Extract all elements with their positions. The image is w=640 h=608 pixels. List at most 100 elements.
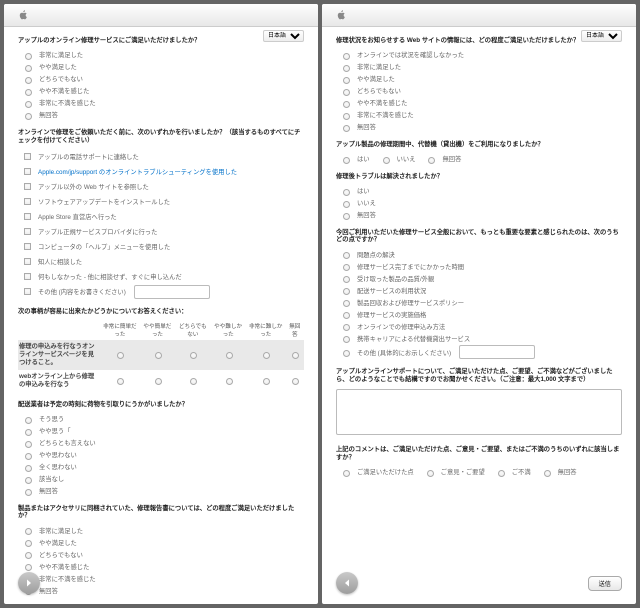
option[interactable]: 受け取った製品の品質/外観 [338, 273, 622, 283]
option[interactable]: 無回答 [539, 467, 577, 477]
checkbox-input[interactable] [24, 243, 31, 250]
radio-input[interactable] [25, 101, 32, 108]
language-select[interactable]: 日本語 [581, 30, 622, 42]
option[interactable]: 無回答 [20, 486, 304, 496]
checkbox-input[interactable] [24, 213, 31, 220]
option[interactable]: 知人に相談した [20, 255, 304, 268]
radio-input[interactable] [343, 157, 350, 164]
radio-input[interactable] [25, 89, 32, 96]
radio-input[interactable] [25, 552, 32, 559]
option[interactable]: 修理サービスの実施価格 [338, 309, 622, 319]
radio-input[interactable] [343, 324, 350, 331]
option[interactable]: 非常に満足した [20, 525, 304, 535]
radio-input[interactable] [25, 113, 32, 120]
matrix-radio[interactable] [292, 352, 299, 359]
checkbox-input[interactable] [24, 273, 31, 280]
other-input[interactable] [459, 345, 535, 359]
option[interactable]: やや満足した [20, 537, 304, 547]
option[interactable]: そう思う [20, 414, 304, 424]
option[interactable]: 修理サービス完了までにかかった時間 [338, 261, 622, 271]
option[interactable]: 携帯キャリアによる代替機貸出サービス [338, 333, 622, 343]
option[interactable]: どちらとも言えない [20, 438, 304, 448]
radio-input[interactable] [343, 276, 350, 283]
option[interactable]: 問題点の解決 [338, 249, 622, 259]
radio-input[interactable] [427, 470, 434, 477]
radio-input[interactable] [25, 417, 32, 424]
radio-input[interactable] [343, 53, 350, 60]
language-selector[interactable]: 日本語 [581, 30, 622, 42]
option[interactable]: やや思わない [20, 450, 304, 460]
option[interactable]: 非常に満足した [20, 50, 304, 60]
radio-input[interactable] [343, 336, 350, 343]
option[interactable]: 非常に不満を感じた [20, 573, 304, 583]
radio-input[interactable] [25, 441, 32, 448]
matrix-radio[interactable] [226, 352, 233, 359]
option[interactable]: ご満足いただけた点 [338, 467, 414, 477]
radio-input[interactable] [25, 540, 32, 547]
radio-input[interactable] [343, 89, 350, 96]
option[interactable]: その他 (内容をお書きください) [20, 285, 304, 299]
radio-input[interactable] [343, 213, 350, 220]
matrix-radio[interactable] [292, 378, 299, 385]
radio-input[interactable] [343, 101, 350, 108]
radio-input[interactable] [25, 65, 32, 72]
radio-input[interactable] [343, 65, 350, 72]
option[interactable]: アップルの電話サポートに連絡した [20, 150, 304, 163]
radio-input[interactable] [343, 300, 350, 307]
radio-input[interactable] [383, 157, 390, 164]
matrix-radio[interactable] [117, 352, 124, 359]
option[interactable]: 無回答 [338, 122, 622, 132]
matrix-radio[interactable] [190, 378, 197, 385]
radio-input[interactable] [343, 288, 350, 295]
option[interactable]: やや不満を感じた [338, 98, 622, 108]
option[interactable]: やや満足した [20, 62, 304, 72]
option[interactable]: オンラインでの修理申込み方法 [338, 321, 622, 331]
prev-page-button[interactable] [336, 572, 358, 594]
radio-input[interactable] [544, 470, 551, 477]
checkbox-input[interactable] [24, 228, 31, 235]
submit-button[interactable]: 送信 [588, 576, 622, 591]
option[interactable]: はい [338, 186, 622, 196]
radio-input[interactable] [25, 77, 32, 84]
radio-input[interactable] [343, 470, 350, 477]
option[interactable]: ソフトウェアアップデートをインストールした [20, 195, 304, 208]
checkbox-input[interactable] [24, 183, 31, 190]
option[interactable]: はい [338, 154, 370, 164]
radio-input[interactable] [428, 157, 435, 164]
next-page-button[interactable] [18, 572, 40, 594]
option[interactable]: どちらでもない [20, 549, 304, 559]
checkbox-input[interactable] [24, 198, 31, 205]
radio-input[interactable] [343, 189, 350, 196]
language-selector[interactable]: 日本語 [263, 30, 304, 42]
option[interactable]: 非常に不満を感じた [338, 110, 622, 120]
option[interactable]: やや思う「 [20, 426, 304, 436]
language-select[interactable]: 日本語 [263, 30, 304, 42]
option[interactable]: 全く思わない [20, 462, 304, 472]
radio-input[interactable] [25, 528, 32, 535]
option[interactable]: 非常に不満を感じた [20, 98, 304, 108]
radio-input[interactable] [25, 453, 32, 460]
other-input[interactable] [134, 285, 210, 299]
radio-input[interactable] [25, 465, 32, 472]
option[interactable]: どちらでもない [338, 86, 622, 96]
option[interactable]: 製品回収および修理サービスポリシー [338, 297, 622, 307]
option[interactable]: 配送サービスの利用状況 [338, 285, 622, 295]
option[interactable]: いいえ [378, 154, 416, 164]
option[interactable]: Apple Store 直営店へ行った [20, 210, 304, 223]
matrix-radio[interactable] [117, 378, 124, 385]
matrix-radio[interactable] [155, 352, 162, 359]
radio-input[interactable] [343, 350, 350, 357]
option[interactable]: 該当なし [20, 474, 304, 484]
radio-input[interactable] [25, 489, 32, 496]
option[interactable]: ご意見・ご要望 [422, 467, 485, 477]
radio-input[interactable] [343, 312, 350, 319]
radio-input[interactable] [343, 113, 350, 120]
radio-input[interactable] [25, 53, 32, 60]
option[interactable]: ご不満 [493, 467, 531, 477]
matrix-radio[interactable] [190, 352, 197, 359]
radio-input[interactable] [498, 470, 505, 477]
option[interactable]: いいえ [338, 198, 622, 208]
option[interactable]: 無回答 [20, 585, 304, 595]
radio-input[interactable] [343, 125, 350, 132]
checkbox-input[interactable] [24, 258, 31, 265]
